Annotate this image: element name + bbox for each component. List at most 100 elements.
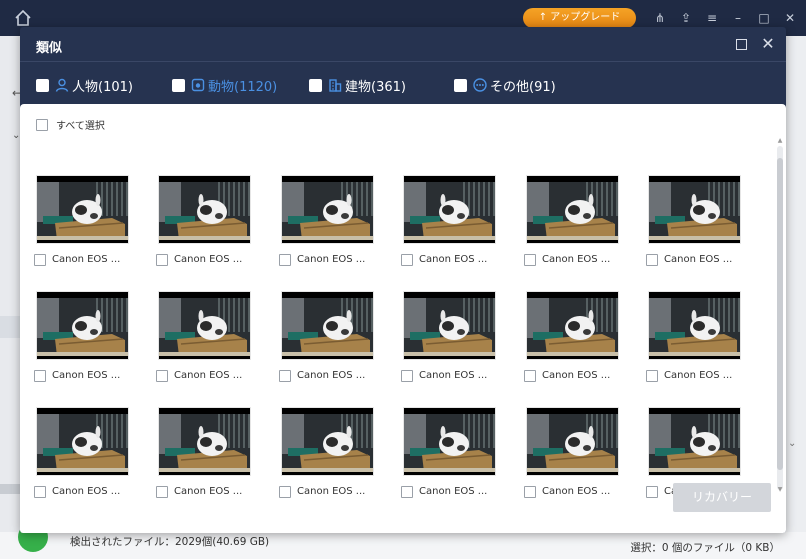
photo-name: Canon EOS ... [542,486,611,497]
photo-item[interactable]: Canon EOS ... [401,175,503,279]
photo-name: Canon EOS ... [297,370,366,381]
close-icon[interactable]: ✕ [760,34,776,54]
person-icon [55,78,69,92]
animal-icon [191,78,205,92]
minimize-icon[interactable]: – [728,8,748,28]
similar-dialog: 類似 ✕ 人物(101) 動物(1120) 建物(361) その他(91) すべ… [20,27,786,533]
category-animals[interactable]: 動物(1120) [172,76,277,95]
photo-thumbnail[interactable] [158,407,251,476]
photo-checkbox[interactable] [524,486,536,498]
home-icon[interactable] [14,9,34,27]
photo-name: Canon EOS ... [174,370,243,381]
photo-item[interactable]: Canon EOS ... [279,407,381,511]
category-other[interactable]: その他(91) [454,76,556,95]
close-window-icon[interactable]: ✕ [780,8,800,28]
scrollbar-thumb[interactable] [777,158,783,470]
photo-checkbox[interactable] [401,254,413,266]
photo-checkbox[interactable] [279,254,291,266]
photo-thumbnail[interactable] [403,175,496,244]
photo-item[interactable]: Canon EOS ... [34,407,136,511]
photo-item[interactable]: Canon EOS ... [646,175,748,279]
maximize-icon[interactable]: □ [754,8,774,28]
photo-checkbox[interactable] [156,370,168,382]
photo-checkbox[interactable] [646,486,658,498]
photo-item[interactable]: Canon EOS ... [646,291,748,395]
menu-icon[interactable]: ≡ [702,8,722,28]
photo-item[interactable]: Canon EOS ... [34,291,136,395]
other-icon [473,78,487,92]
selection-summary: 選択：0 個のファイル（0 KB） [630,542,780,554]
photo-name: Canon EOS ... [664,370,733,381]
photo-checkbox[interactable] [646,370,658,382]
photo-item[interactable]: Canon EOS ... [34,175,136,279]
photo-thumbnail[interactable] [158,175,251,244]
photo-thumbnail[interactable] [648,407,741,476]
vertical-scrollbar[interactable]: ▲ ▼ [776,137,784,493]
photo-checkbox[interactable] [34,486,46,498]
photo-name: Canon EOS ... [419,254,488,265]
photo-checkbox[interactable] [156,254,168,266]
category-buildings[interactable]: 建物(361) [309,76,406,95]
photo-item[interactable]: Canon EOS ... [401,291,503,395]
photo-checkbox[interactable] [524,370,536,382]
photo-name: Canon EOS ... [174,254,243,265]
category-checkbox[interactable] [309,78,322,92]
photo-thumbnail[interactable] [648,291,741,360]
photo-checkbox[interactable] [401,370,413,382]
photo-item[interactable]: Canon EOS ... [156,407,258,511]
scroll-down-icon[interactable]: ▼ [776,486,784,493]
photo-checkbox[interactable] [646,254,658,266]
photo-item[interactable]: Canon EOS ... [279,175,381,279]
photo-thumbnail[interactable] [281,291,374,360]
upgrade-button[interactable]: ↑ アップグレード [523,8,636,28]
photo-thumbnail[interactable] [36,175,129,244]
background-scrollbar[interactable] [0,484,20,494]
photo-checkbox[interactable] [279,486,291,498]
photo-checkbox[interactable] [279,370,291,382]
photo-checkbox[interactable] [34,370,46,382]
category-checkbox[interactable] [172,78,185,92]
category-label: 建物(361) [345,79,406,95]
photo-item[interactable]: Canon EOS ... [279,291,381,395]
photo-thumbnail[interactable] [158,291,251,360]
background-left-panel: ← ⌄ [0,36,22,559]
scroll-up-icon[interactable]: ▲ [776,137,784,144]
export-icon[interactable]: ⇪ [676,8,696,28]
category-checkbox[interactable] [36,78,49,92]
photo-checkbox[interactable] [34,254,46,266]
photo-name: Canon EOS ... [419,486,488,497]
background-selected-row [0,316,20,338]
category-label: 人物(101) [72,79,133,95]
photo-item[interactable]: Canon EOS ... [524,407,626,511]
found-files-text: 検出されたファイル：2029個(40.69 GB) [70,536,270,548]
photo-item[interactable]: Canon EOS ... [401,407,503,511]
photo-thumbnail[interactable] [526,175,619,244]
maximize-icon[interactable] [736,39,747,50]
photo-thumbnail[interactable] [281,407,374,476]
photo-thumbnail[interactable] [648,175,741,244]
photo-item[interactable]: Canon EOS ... [156,175,258,279]
photo-item[interactable]: Canon EOS ... [524,175,626,279]
category-people[interactable]: 人物(101) [36,76,133,95]
photo-thumbnail[interactable] [403,291,496,360]
photo-checkbox[interactable] [156,486,168,498]
photo-checkbox[interactable] [524,254,536,266]
category-checkbox[interactable] [454,78,467,92]
photo-item[interactable]: Canon EOS ... [524,291,626,395]
photo-checkbox[interactable] [401,486,413,498]
share-icon[interactable]: ⋔ [650,8,670,28]
photo-name: Canon EOS ... [542,254,611,265]
thumbnail-grid: Canon EOS ... Canon EOS ... Canon EOS ... C… [20,104,776,498]
chevron-down-icon[interactable]: ⌄ [788,438,796,449]
photo-thumbnail[interactable] [526,291,619,360]
recover-button[interactable]: リカバリー [673,483,771,512]
photo-thumbnail[interactable] [36,291,129,360]
photo-thumbnail[interactable] [36,407,129,476]
photo-name: Canon EOS ... [52,254,121,265]
category-label: その他(91) [490,79,556,95]
photo-item[interactable]: Canon EOS ... [156,291,258,395]
dialog-header: 類似 ✕ [20,27,786,61]
photo-thumbnail[interactable] [526,407,619,476]
photo-thumbnail[interactable] [403,407,496,476]
photo-thumbnail[interactable] [281,175,374,244]
